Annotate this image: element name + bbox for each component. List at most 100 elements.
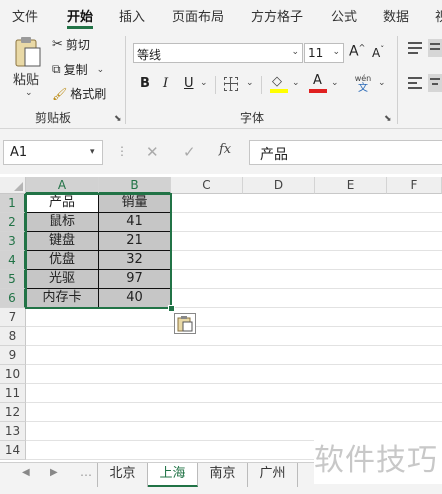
tab-formulas[interactable]: 公式 [331,6,357,25]
paintbrush-icon: 🖌 [52,86,68,101]
watermark-text: 软件技巧 [314,438,442,484]
row-header[interactable]: 10 [0,365,26,384]
format-painter-button[interactable]: 🖌 格式刷 [52,85,106,102]
row-header[interactable]: 12 [0,403,26,422]
scroll-left-icon[interactable]: ◀ [22,467,30,478]
paste-options-icon [177,316,193,332]
toolbar-divider [215,76,216,94]
select-all-corner[interactable] [0,177,26,194]
column-header-d[interactable]: D [243,177,315,194]
name-box[interactable]: A1 ▾ [3,140,103,165]
cancel-icon[interactable]: ✕ [146,143,159,161]
column-header-c[interactable]: C [171,177,243,194]
row-header[interactable]: 13 [0,422,26,441]
shrink-font-button[interactable]: Aˇ [372,45,384,60]
row-header[interactable]: 7 [0,308,26,327]
enter-check-icon[interactable]: ✓ [183,143,196,161]
tab-insert[interactable]: 插入 [119,6,145,25]
tab-view[interactable]: 视 [435,6,442,25]
font-name-select[interactable]: 等线 ⌄ [133,43,303,63]
table-cell-header[interactable]: 产品 [26,194,99,213]
more-sheets-icon[interactable]: … [80,465,92,479]
align-middle-icon[interactable] [428,39,442,57]
table-cell[interactable]: 32 [99,251,171,270]
phonetic-dropdown-icon[interactable]: ⌄ [378,78,386,88]
fill-color-dropdown-icon[interactable]: ⌄ [292,78,300,88]
group-divider [397,36,398,124]
table-cell[interactable]: 光驱 [26,270,99,289]
font-color-button[interactable]: A [309,73,327,94]
name-box-value: A1 [10,145,28,160]
table-cell[interactable]: 键盘 [26,232,99,251]
chevron-down-icon: ▾ [90,147,95,157]
formula-value: 产品 [260,147,288,163]
font-color-dropdown-icon[interactable]: ⌄ [331,78,339,88]
tab-data[interactable]: 数据 [383,6,409,25]
chevron-down-icon: ⌄ [332,47,340,57]
copy-dropdown-icon[interactable]: ⌄ [97,65,105,75]
more-dots-icon: ⋮ [116,144,128,158]
tab-home[interactable]: 开始 [67,6,93,25]
table-cell-header[interactable]: 销量 [99,194,171,213]
table-cell[interactable]: 鼠标 [26,213,99,232]
row-header[interactable]: 2 [0,213,26,232]
align-left-icon[interactable] [408,77,422,89]
paste-button[interactable]: 粘贴 ⌄ [10,36,46,102]
underline-dropdown-icon[interactable]: ⌄ [200,78,208,88]
phonetic-button[interactable]: wén 文 [352,74,374,96]
font-size-select[interactable]: 11 ⌄ [304,43,344,63]
italic-button[interactable]: I [163,76,168,91]
column-header-a[interactable]: A [26,177,99,194]
fill-color-button[interactable]: ◇ [270,74,288,94]
table-cell[interactable]: 41 [99,213,171,232]
borders-icon[interactable] [224,77,238,91]
clipboard-launcher-icon[interactable]: ⬊ [114,114,122,124]
paste-label: 粘贴 [13,73,40,88]
table-cell[interactable]: 优盘 [26,251,99,270]
shrink-font-label: A [372,46,381,60]
row-header[interactable]: 4 [0,251,26,270]
sheet-tab-beijing[interactable]: 北京 [98,463,148,487]
align-center-icon[interactable] [428,74,442,92]
font-group-label: 字体 [240,111,265,125]
table-cell[interactable]: 21 [99,232,171,251]
sheet-tab-nanjing[interactable]: 南京 [198,463,248,487]
cut-button[interactable]: ✂ 剪切 [52,36,90,53]
row-header[interactable]: 14 [0,441,26,460]
fill-handle[interactable] [168,305,175,312]
table-cell[interactable]: 97 [99,270,171,289]
insert-function-button[interactable]: fx [219,142,231,157]
tab-fangfang-gezi[interactable]: 方方格子 [251,6,303,25]
phonetic-bottom: 文 [358,83,368,94]
tab-file[interactable]: 文件 [12,6,38,25]
row-header[interactable]: 11 [0,384,26,403]
bold-button[interactable]: B [140,76,150,91]
formula-input[interactable]: 产品 [249,140,442,165]
column-header-e[interactable]: E [315,177,387,194]
row-header[interactable]: 3 [0,232,26,251]
column-header-f[interactable]: F [387,177,442,194]
paste-dropdown-icon[interactable]: ⌄ [25,88,33,98]
table-cell[interactable]: 40 [99,289,171,308]
borders-dropdown-icon[interactable]: ⌄ [246,78,254,88]
font-launcher-icon[interactable]: ⬊ [384,114,392,124]
row-header[interactable]: 9 [0,346,26,365]
table-cell[interactable]: 内存卡 [26,289,99,308]
sheet-tab-guangzhou[interactable]: 广州 [248,463,298,487]
grow-font-button[interactable]: A^ [349,43,365,60]
cut-label: 剪切 [65,38,90,52]
copy-button[interactable]: ⧉ 复制 ⌄ [52,61,104,78]
column-header-b[interactable]: B [99,177,171,194]
tab-page-layout[interactable]: 页面布局 [172,6,224,25]
row-header[interactable]: 6 [0,289,26,308]
row-header[interactable]: 8 [0,327,26,346]
underline-button[interactable]: U [184,76,194,91]
align-top-icon[interactable] [408,42,422,54]
copy-icon: ⧉ [52,62,61,76]
row-header[interactable]: 1 [0,194,26,213]
scroll-right-icon[interactable]: ▶ [50,467,58,478]
ribbon-home: 粘贴 ⌄ ✂ 剪切 ⧉ 复制 ⌄ 🖌 格式刷 剪贴板 ⬊ 等线 ⌄ 11 ⌄ A… [0,30,442,129]
paste-options-button[interactable] [174,313,196,334]
row-header[interactable]: 5 [0,270,26,289]
sheet-tab-shanghai[interactable]: 上海 [148,463,198,487]
